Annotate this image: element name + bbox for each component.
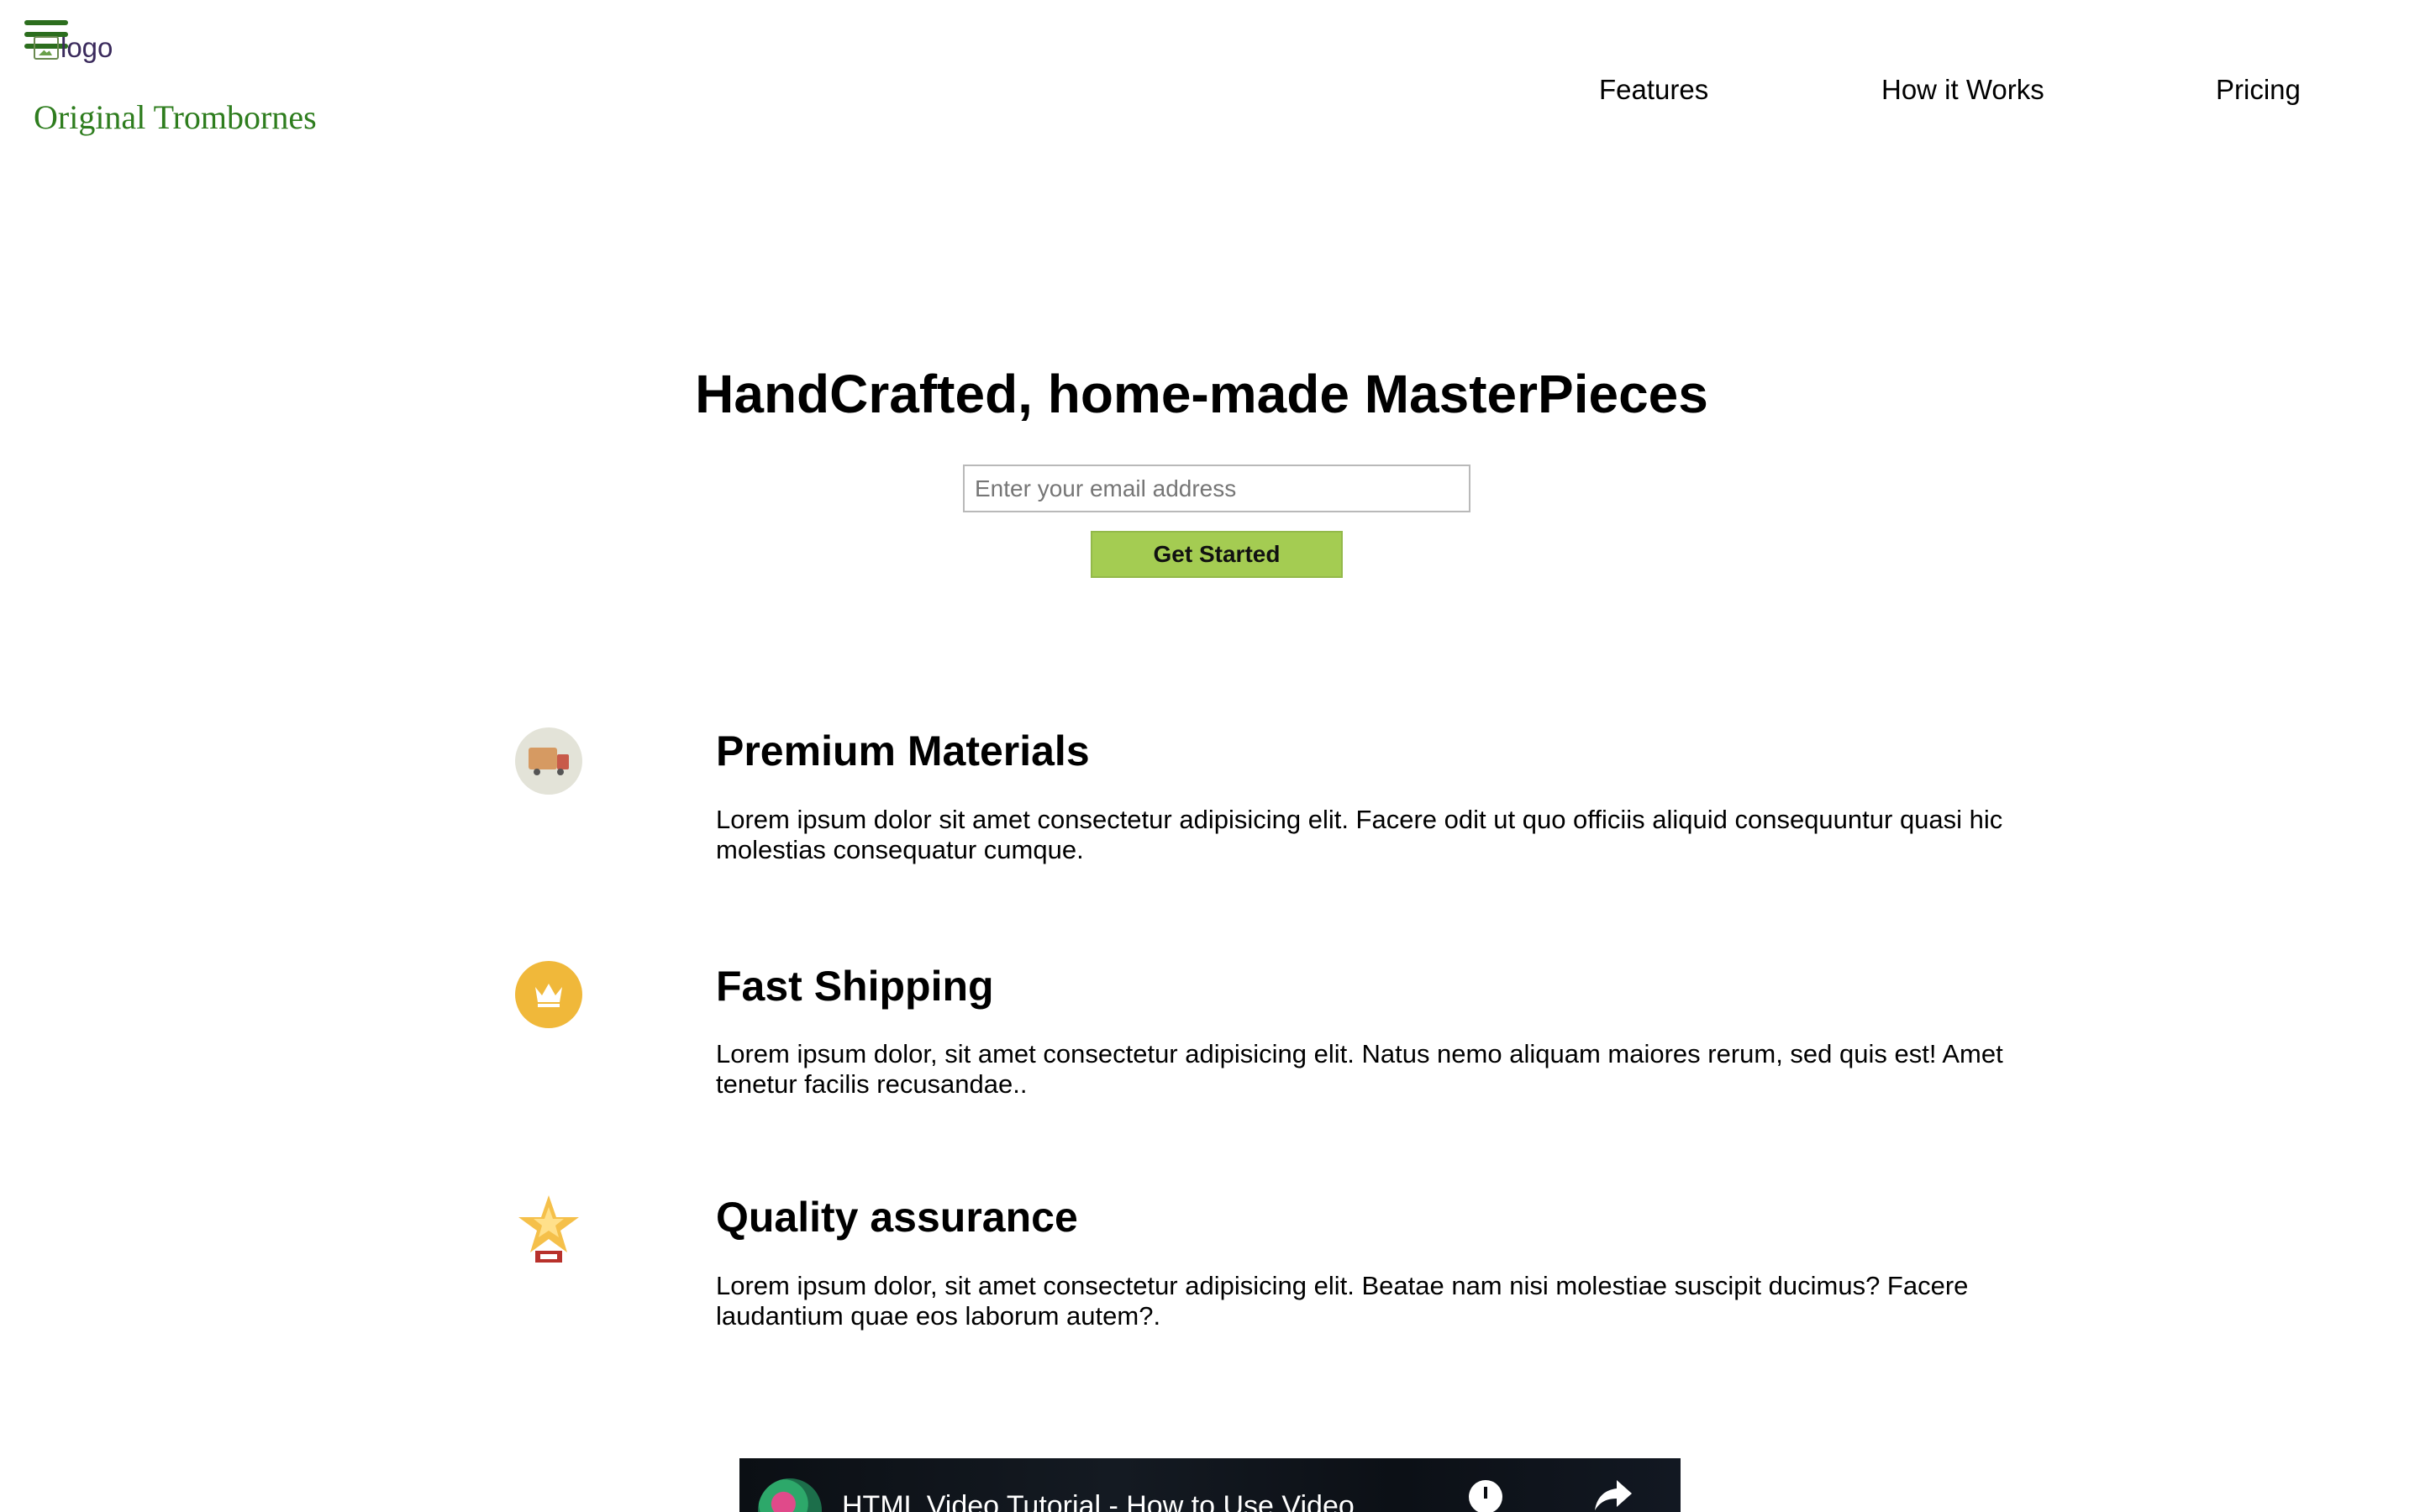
feature-description: Lorem ipsum dolor sit amet consectetur a… — [716, 805, 2003, 864]
hero-title-text: HandCrafted, home-made MasterPieces — [695, 364, 1708, 424]
feature-description: Lorem ipsum dolor, sit amet consectetur … — [716, 1271, 1969, 1331]
logo-image[interactable]: logo — [34, 32, 113, 64]
video-title[interactable]: HTML Video Tutorial - How to Use Video — [842, 1490, 1355, 1512]
star-trophy-icon — [515, 1194, 582, 1263]
page: logo Original Trombornes Features How it… — [0, 0, 2420, 1512]
hero-title: HandCrafted, home-made MasterPieces — [0, 363, 2420, 425]
logo-alt-text: logo — [60, 32, 113, 63]
watch-later-icon[interactable] — [1469, 1480, 1502, 1512]
nav-link-features[interactable]: Features — [1599, 74, 1708, 106]
brand-name: Original Trombornes — [34, 98, 317, 136]
broken-image-icon — [34, 36, 59, 60]
video-player[interactable]: HTML Video Tutorial - How to Use Video — [739, 1458, 1681, 1512]
crown-icon — [515, 961, 582, 1028]
truck-icon — [515, 727, 582, 795]
share-icon[interactable] — [1593, 1478, 1634, 1512]
feature-description: Lorem ipsum dolor, sit amet consectetur … — [716, 1039, 2003, 1099]
nav-link-how-it-works[interactable]: How it Works — [1881, 74, 2044, 106]
feature-title: Quality assurance — [716, 1194, 1078, 1241]
feature-title: Fast Shipping — [716, 963, 994, 1010]
nav-link-pricing[interactable]: Pricing — [2216, 74, 2301, 106]
feature-title: Premium Materials — [716, 727, 1090, 774]
get-started-button[interactable]: Get Started — [1091, 531, 1343, 578]
email-input[interactable] — [963, 465, 1470, 512]
